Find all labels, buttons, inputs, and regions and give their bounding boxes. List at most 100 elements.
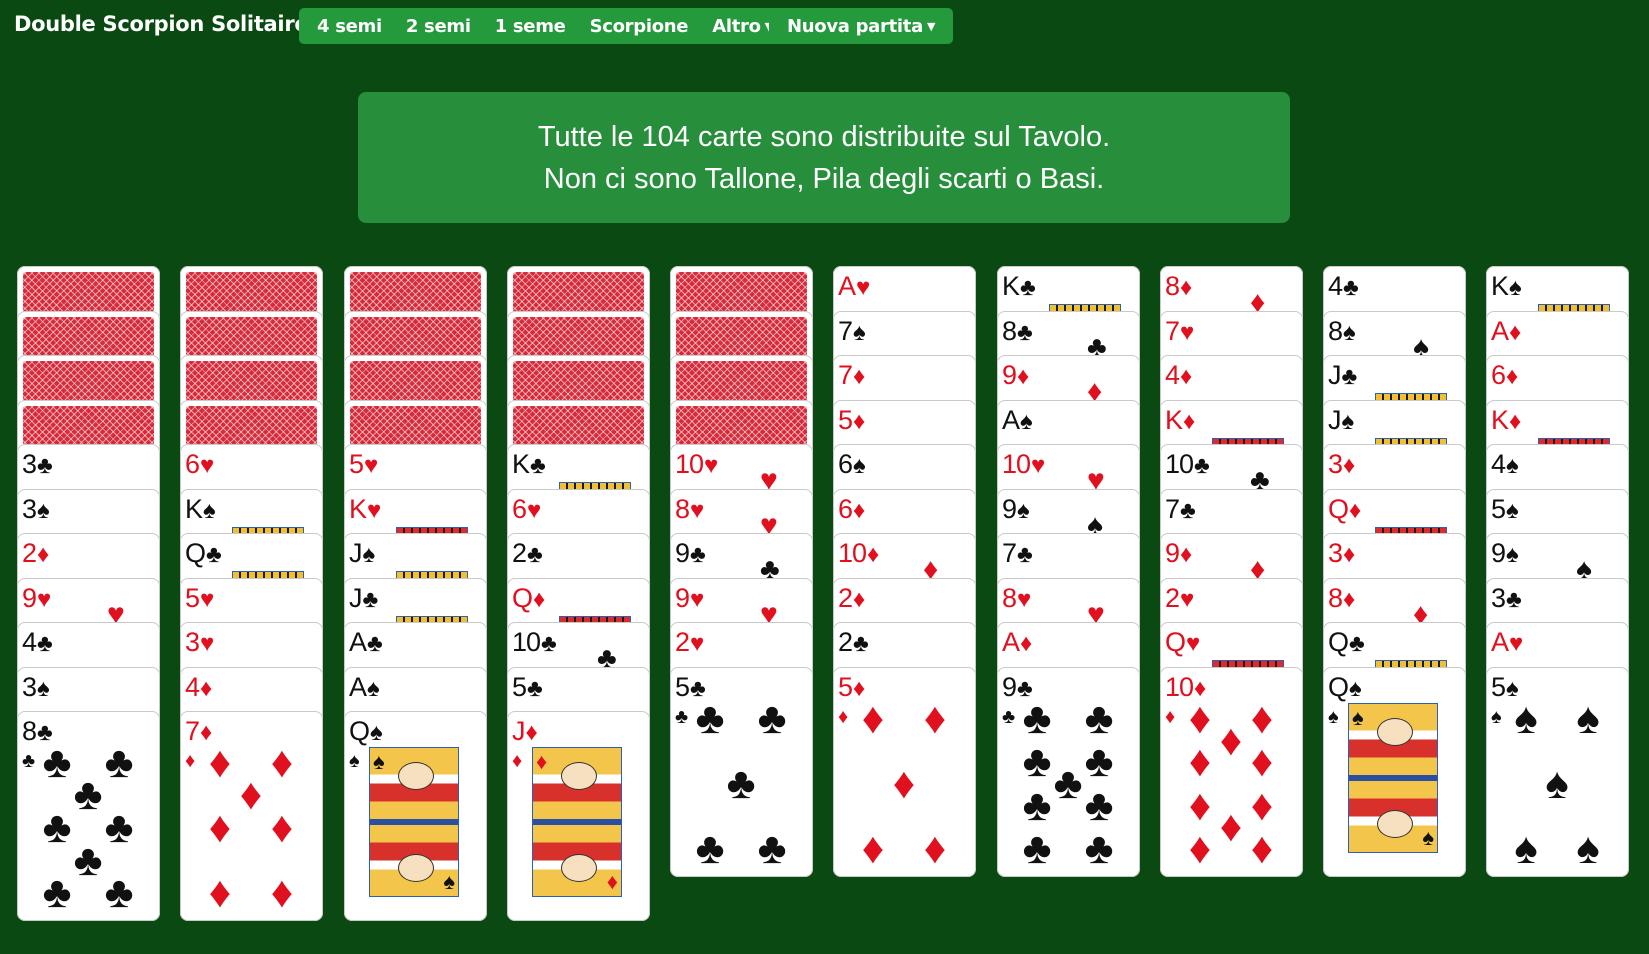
card-rank: 9♠: [1002, 494, 1030, 526]
spades-icon: ♠: [367, 674, 380, 702]
card-rank: Q♦: [512, 583, 545, 615]
card-rank-value: 8: [1328, 582, 1343, 613]
diamonds-icon: ♦: [867, 541, 879, 568]
card-rank: K♣: [512, 449, 546, 481]
card-rank: 9♠: [1491, 538, 1519, 570]
card-rank-value: A: [349, 671, 367, 702]
clubs-icon: ♣: [1002, 705, 1016, 728]
hearts-icon: ♥: [1180, 318, 1194, 346]
spades-icon: ♠: [1349, 674, 1362, 702]
card-rank-value: 7: [185, 716, 200, 746]
spades-icon: ♠: [1506, 452, 1519, 479]
card-10-diamonds[interactable]: 10♦ ♦ ♦ ♦ ♦ ♦ ♦ ♦ ♦ ♦ ♦ ♦: [1160, 666, 1303, 877]
card-rank: 4♣: [22, 627, 53, 659]
clubs-icon: ♣: [527, 674, 543, 702]
diamonds-pip-icon: ♦: [208, 738, 232, 787]
hearts-icon: ♥: [1180, 585, 1194, 613]
clubs-pip-icon: ♣: [695, 693, 725, 743]
spades-icon: ♠: [370, 719, 383, 746]
card-rank-value: J: [1328, 404, 1341, 435]
hearts-icon: ♥: [690, 585, 704, 613]
card-rank-value: 5: [1491, 493, 1506, 524]
info-line-1: Tutte le 104 carte sono distribuite sul …: [537, 120, 1111, 153]
new-game-button[interactable]: Nuova partita ▼: [775, 16, 947, 37]
card-rank-value: A: [1491, 315, 1509, 346]
spades-icon: ♠: [1422, 824, 1434, 850]
clubs-icon: ♣: [1020, 274, 1036, 301]
card-rank-value: K: [185, 493, 203, 524]
spades-icon: ♠: [1352, 704, 1364, 730]
card-rank-value: 8: [1002, 582, 1017, 613]
diamonds-icon: ♦: [606, 869, 618, 894]
hearts-icon: ♥: [856, 274, 870, 301]
card-rank: 3♠: [22, 672, 50, 704]
info-line-2: Non ci sono Tallone, Pila degli scarti o…: [543, 162, 1105, 195]
spades-pip-icon: ♠: [1576, 823, 1600, 873]
clubs-icon: ♣: [527, 541, 543, 568]
card-9-clubs[interactable]: 9♣ ♣ ♣ ♣ ♣ ♣ ♣ ♣ ♣ ♣ ♣: [997, 666, 1140, 877]
menu-1-seme[interactable]: 1 seme: [483, 16, 578, 37]
hearts-icon: ♥: [1509, 630, 1523, 657]
card-rank: 4♦: [1165, 360, 1192, 392]
card-rank-value: 5: [675, 671, 690, 702]
spades-icon: ♠: [853, 452, 866, 479]
diamonds-pip-icon: ♦: [861, 823, 885, 873]
card-j-diamonds[interactable]: J♦ ♦ ♦ ♦: [507, 711, 650, 921]
card-rank: 9♣: [675, 538, 706, 570]
diamonds-pip-icon: ♦: [1250, 780, 1274, 830]
menu-2-semi[interactable]: 2 semi: [394, 16, 483, 37]
diamonds-pip-icon: ♦: [1250, 693, 1274, 743]
card-rank: 10♥: [675, 449, 718, 481]
clubs-pip-icon: ♣: [73, 836, 103, 885]
card-8-clubs[interactable]: 8♣ ♣ ♣ ♣ ♣ ♣ ♣ ♣ ♣ ♣: [17, 711, 160, 921]
card-rank-value: 3: [1328, 449, 1343, 479]
card-rank: 10♥: [1002, 449, 1045, 481]
card-rank-value: 5: [1491, 671, 1506, 702]
card-q-spades[interactable]: Q♠ ♠ ♠ ♠: [1323, 666, 1466, 877]
card-rank: 5♥: [349, 449, 378, 481]
card-rank-value: Q: [185, 538, 206, 568]
spades-icon: ♠: [1491, 705, 1502, 728]
card-q-spades[interactable]: Q♠ ♠ ♠ ♠: [344, 711, 487, 921]
card-rank: K♣: [1002, 271, 1036, 303]
card-rank: 9♥: [675, 583, 704, 615]
card-rank-value: 9: [1002, 671, 1017, 702]
card-rank: 9♦: [1165, 538, 1192, 570]
card-rank-value: 3: [1491, 582, 1506, 613]
diamonds-icon: ♦: [525, 719, 538, 746]
diamonds-icon: ♦: [1343, 541, 1355, 568]
menu-scorpione[interactable]: Scorpione: [578, 16, 701, 37]
card-rank: 4♠: [1491, 449, 1519, 481]
spades-icon: ♠: [1341, 407, 1355, 435]
diamonds-icon: ♦: [1020, 630, 1032, 657]
clubs-pip-icon: ♣: [104, 868, 134, 917]
clubs-icon: ♣: [1506, 585, 1522, 613]
card-rank: K♦: [1491, 405, 1521, 437]
card-5-diamonds[interactable]: 5♦ ♦ ♦ ♦ ♦ ♦ ♦: [833, 666, 976, 877]
card-rank-value: 8: [1328, 315, 1343, 346]
card-rank-value: 6: [838, 493, 853, 524]
card-7-diamonds[interactable]: 7♦ ♦ ♦ ♦ ♦ ♦ ♦ ♦ ♦: [180, 711, 323, 921]
card-rank: 2♥: [675, 627, 704, 659]
card-5-spades[interactable]: 5♠ ♠ ♠ ♠ ♠ ♠ ♠: [1486, 666, 1629, 877]
card-5-clubs[interactable]: 5♣ ♣ ♣ ♣ ♣ ♣ ♣: [670, 666, 813, 877]
diamonds-icon: ♦: [533, 585, 545, 613]
diamonds-pip-icon: ♦: [892, 758, 916, 808]
card-rank: 5♦: [838, 405, 865, 437]
card-rank: K♦: [1165, 405, 1195, 437]
card-rank-value: 10: [675, 449, 704, 479]
hearts-icon: ♥: [1017, 585, 1031, 613]
card-rank-value: 6: [512, 493, 527, 524]
card-rank-value: 2: [1165, 582, 1180, 613]
card-rank-value: 9: [22, 582, 37, 613]
card-rank: 7♣: [1002, 538, 1033, 570]
card-rank: 2♦: [22, 538, 49, 570]
hearts-icon: ♥: [37, 585, 51, 613]
clubs-pip-icon: ♣: [1022, 780, 1052, 830]
card-rank: Q♣: [1328, 627, 1365, 659]
menu-4-semi[interactable]: 4 semi: [305, 16, 394, 37]
clubs-icon: ♣: [22, 750, 36, 772]
card-rank: 10♦: [838, 538, 879, 570]
card-rank-value: 10: [1002, 449, 1031, 479]
spades-icon: ♠: [1020, 407, 1033, 435]
